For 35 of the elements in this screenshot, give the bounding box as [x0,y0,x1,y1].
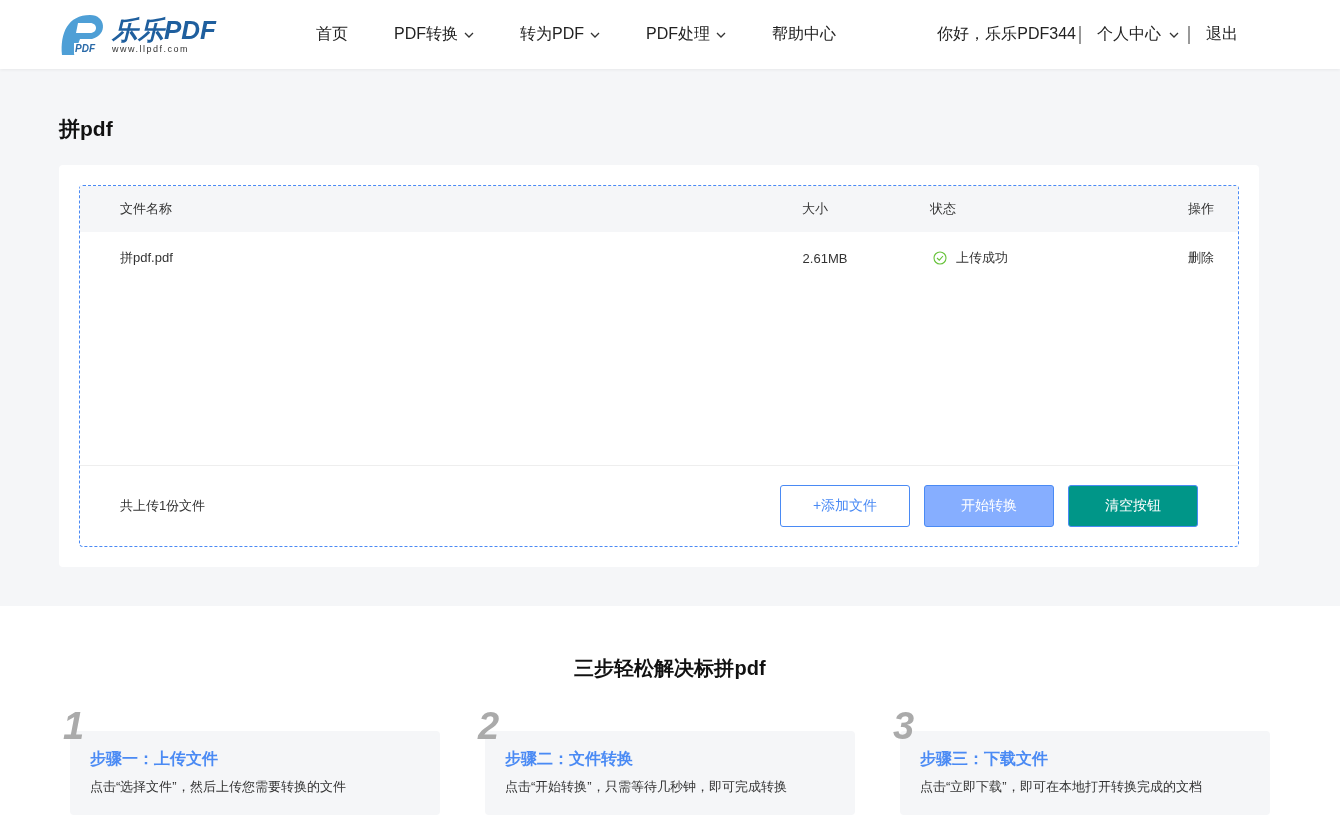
step-description: 点击“开始转换”，只需等待几秒钟，即可完成转换 [505,778,788,796]
delete-link[interactable]: 删除 [1188,249,1214,267]
check-circle-icon [933,251,947,265]
status-cell: 上传成功 [956,249,1008,267]
nav-link[interactable]: 帮助中心 [772,24,836,45]
column-header: 文件名称 [120,200,173,218]
nav-link[interactable]: PDF转换 [394,24,474,45]
page-title: 拼pdf [59,116,114,142]
file-size-cell-text: 2.61MB [801,250,849,266]
nav-link[interactable]: PDF处理 [646,24,726,45]
column-header: 状态 [930,200,957,218]
step-title: 步骤三：下载文件 [920,749,1049,769]
caret-icon [1169,31,1179,38]
step-number: 3 [893,706,915,746]
logout-link[interactable]: 退出 [1206,24,1238,45]
step-description: 点击“选择文件”，然后上传您需要转换的文件 [90,778,347,796]
column-header: 大小 [801,200,829,218]
logo-mark-text: PDF [74,42,96,54]
step-title: 步骤二：文件转换 [505,749,634,769]
nav-link[interactable]: 首页 [316,24,348,45]
action-button[interactable]: 清空按钮 [1068,485,1198,527]
step-title: 步骤一：上传文件 [90,749,219,769]
user-center-link[interactable]: 个人中心 [1097,24,1179,45]
greeting-text: 你好，乐乐PDF344 [937,24,1076,44]
steps-title: 三步轻松解决标拼pdf [574,656,766,681]
step-number: 1 [63,706,85,746]
logo-url: www.llpdf.com [112,43,190,54]
column-header: 操作 [1188,200,1214,218]
file-name-cell-text: 拼pdf.pdf [120,249,174,267]
step-description: 点击“立即下载”，即可在本地打开转换完成的文档 [920,778,1203,796]
action-button[interactable]: +添加文件 [780,485,910,527]
step-number: 2 [478,706,500,746]
logo-name: 乐乐PDF [112,15,216,44]
upload-count-text: 共上传1份文件 [120,497,206,515]
nav-link[interactable]: 转为PDF [520,24,600,45]
